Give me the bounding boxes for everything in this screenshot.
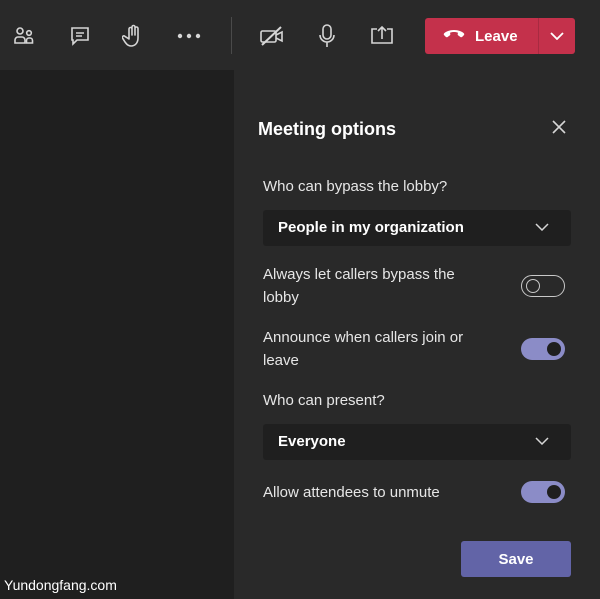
chevron-down-icon (535, 437, 549, 445)
meeting-toolbar: Leave (0, 0, 600, 70)
bypass-lobby-value: People in my organization (278, 219, 464, 236)
announce-toggle[interactable] (521, 338, 565, 360)
participants-icon[interactable] (8, 20, 40, 52)
announce-label: Announce when callers join or leave (263, 326, 463, 372)
who-present-value: Everyone (278, 433, 346, 450)
save-button[interactable]: Save (461, 541, 571, 577)
video-stage (0, 70, 234, 599)
microphone-icon[interactable] (311, 20, 343, 52)
raise-hand-icon[interactable] (117, 20, 149, 52)
who-present-label: Who can present? (263, 392, 385, 409)
leave-options-button[interactable] (539, 18, 575, 54)
phone-hangup-icon (443, 27, 465, 45)
chevron-down-icon (535, 223, 549, 231)
leave-button-group: Leave (425, 18, 575, 54)
watermark-text: Yundongfang.com (4, 577, 117, 593)
callers-bypass-label-line1: Always let callers bypass the (263, 266, 455, 283)
unmute-toggle[interactable] (521, 481, 565, 503)
callers-bypass-label: Always let callers bypass the lobby (263, 263, 455, 309)
chat-icon[interactable] (64, 20, 96, 52)
meeting-options-panel: Meeting options Who can bypass the lobby… (234, 70, 600, 599)
close-icon[interactable] (550, 118, 568, 136)
camera-off-icon[interactable] (256, 20, 288, 52)
callers-bypass-label-line2: lobby (263, 289, 299, 306)
unmute-label: Allow attendees to unmute (263, 484, 440, 501)
who-present-dropdown[interactable]: Everyone (263, 424, 571, 460)
toggle-knob (547, 485, 561, 499)
toolbar-divider (231, 17, 232, 54)
share-screen-icon[interactable] (366, 20, 398, 52)
toggle-knob (547, 342, 561, 356)
panel-title: Meeting options (258, 119, 396, 139)
announce-label-line2: leave (263, 352, 299, 369)
bypass-lobby-dropdown[interactable]: People in my organization (263, 210, 571, 246)
bypass-lobby-label: Who can bypass the lobby? (263, 178, 448, 195)
leave-label: Leave (475, 27, 518, 45)
toggle-knob (526, 279, 540, 293)
announce-label-line1: Announce when callers join or (263, 329, 464, 346)
callers-bypass-toggle[interactable] (521, 275, 565, 297)
chevron-down-icon (550, 32, 564, 40)
more-options-icon[interactable] (173, 20, 205, 52)
leave-button[interactable]: Leave (425, 18, 538, 54)
